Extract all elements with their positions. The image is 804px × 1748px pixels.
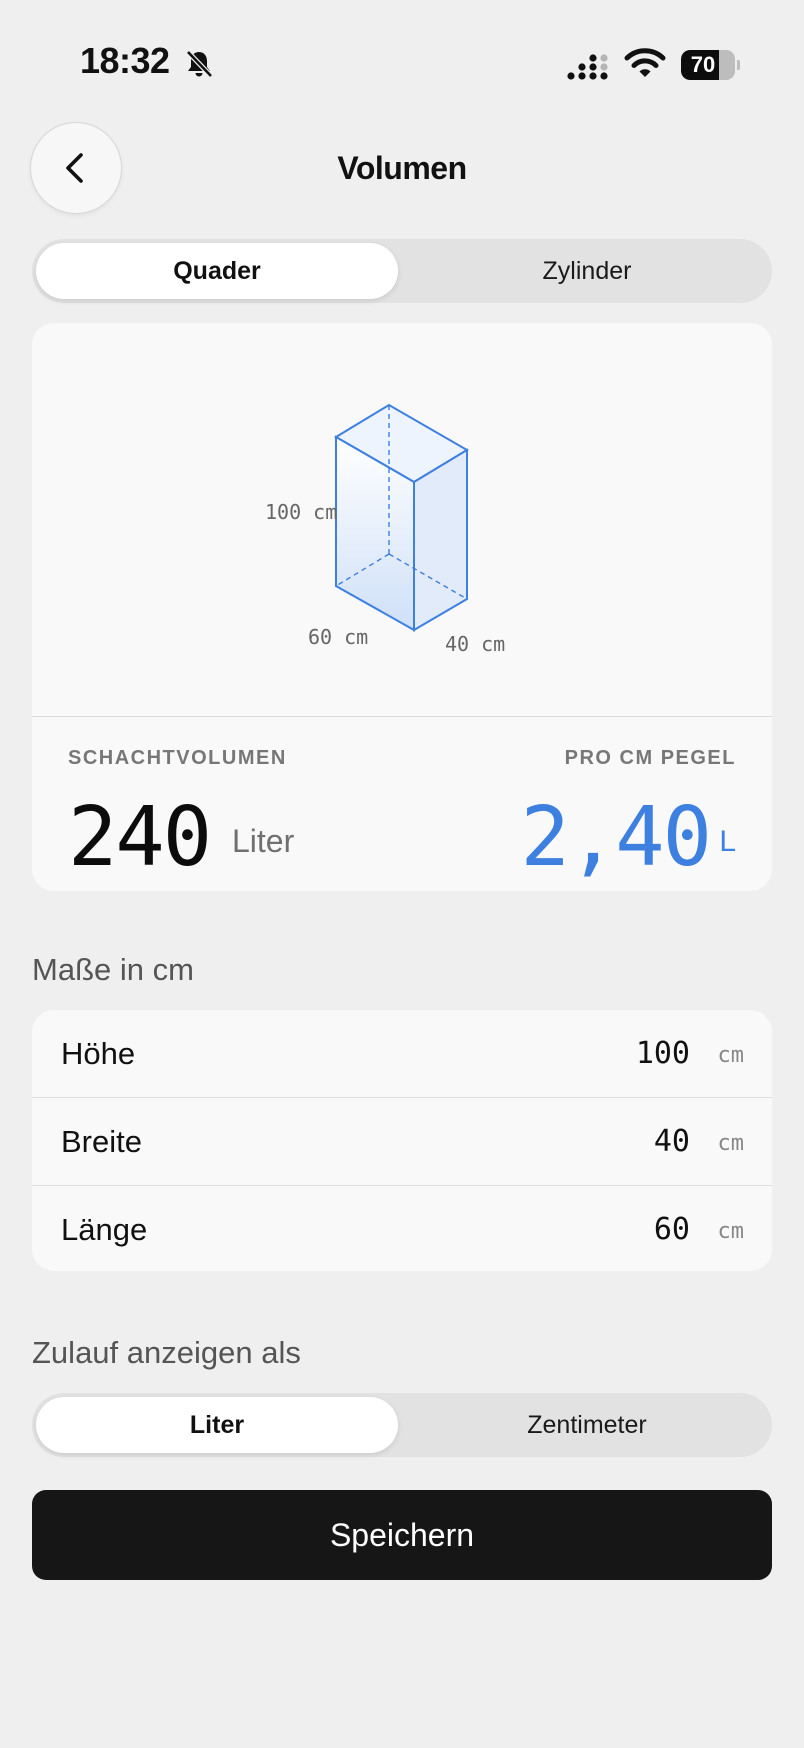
- tab-zylinder[interactable]: Zylinder: [406, 243, 768, 299]
- per-cm-unit: L: [719, 825, 736, 858]
- save-button[interactable]: Speichern: [32, 1490, 772, 1580]
- row-label: Länge: [61, 1212, 148, 1247]
- row-label: Breite: [61, 1124, 142, 1159]
- signal-icon: [567, 52, 611, 82]
- volume-unit: Liter: [232, 823, 295, 859]
- length-dimension-label: 60 cm: [308, 625, 369, 649]
- inflow-segmented-control: Liter Zentimeter: [32, 1393, 772, 1457]
- battery-percent: 70: [690, 52, 716, 77]
- cuboid-illustration: [334, 403, 469, 632]
- dimension-row-breite[interactable]: Breite 40 cm: [32, 1098, 772, 1186]
- shape-segmented-control: Quader Zylinder: [32, 239, 772, 303]
- row-value[interactable]: 40: [654, 1124, 690, 1159]
- inflow-section-title: Zulauf anzeigen als: [32, 1335, 301, 1370]
- row-value[interactable]: 60: [654, 1212, 690, 1247]
- dimension-row-laenge[interactable]: Länge 60 cm: [32, 1186, 772, 1271]
- dimensions-section-title: Maße in cm: [32, 952, 194, 987]
- row-unit: cm: [717, 1131, 745, 1156]
- row-unit: cm: [717, 1043, 745, 1068]
- row-value[interactable]: 100: [636, 1036, 690, 1071]
- row-unit: cm: [717, 1219, 745, 1244]
- dimensions-list: Höhe 100 cm Breite 40 cm Länge 60 cm: [32, 1010, 772, 1271]
- bell-slash-icon: [183, 48, 215, 80]
- tab-zentimeter[interactable]: Zentimeter: [406, 1397, 768, 1453]
- card-divider: [32, 716, 772, 717]
- battery-icon: 70: [681, 50, 740, 80]
- tab-quader[interactable]: Quader: [36, 243, 398, 299]
- per-cm-label: PRO CM PEGEL: [564, 747, 736, 769]
- volume-label: SCHACHTVOLUMEN: [68, 747, 287, 769]
- per-cm-value: 2,40: [520, 790, 712, 885]
- row-label: Höhe: [61, 1036, 136, 1071]
- height-dimension-label: 100 cm: [265, 500, 338, 524]
- tab-liter[interactable]: Liter: [36, 1397, 398, 1453]
- page-title: Volumen: [337, 150, 467, 186]
- status-time: 18:32: [80, 40, 170, 81]
- width-dimension-label: 40 cm: [445, 632, 506, 656]
- dimension-row-hoehe[interactable]: Höhe 100 cm: [32, 1010, 772, 1098]
- volume-value: 240: [68, 790, 212, 885]
- wifi-icon: [624, 46, 666, 80]
- volume-card: 100 cm 60 cm 40 cm SCHACHTVOLUMEN 240 Li…: [32, 323, 772, 891]
